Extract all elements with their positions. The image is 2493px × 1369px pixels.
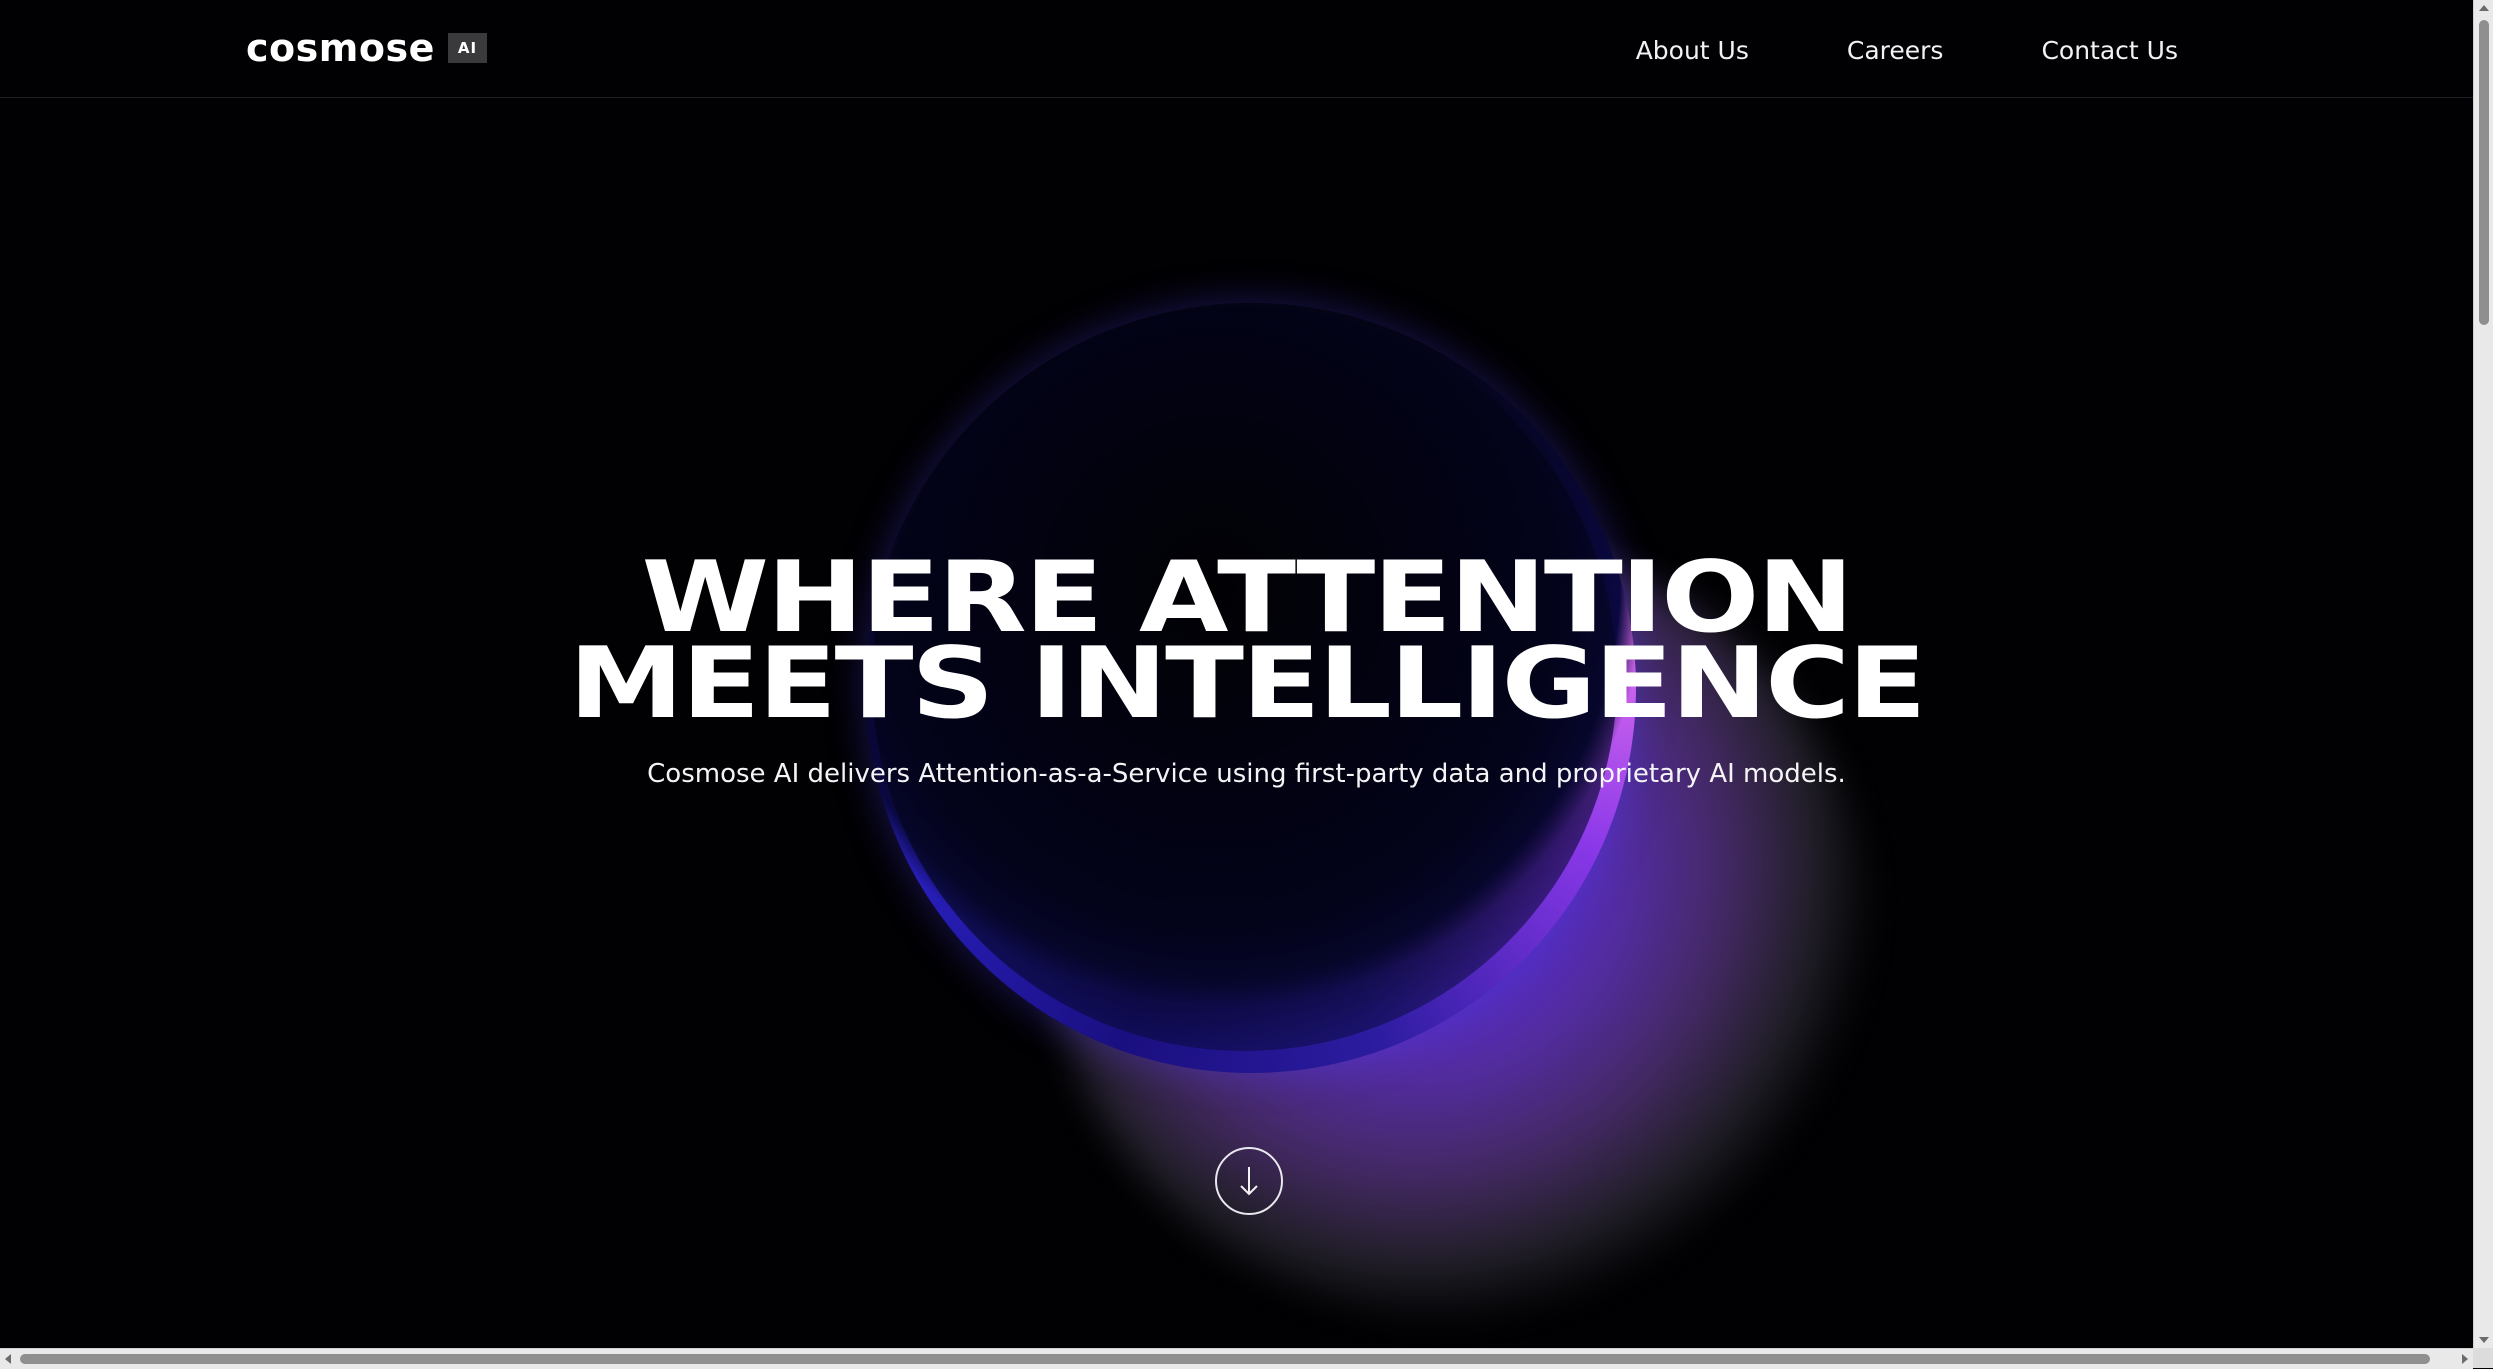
top-navigation-bar: cosmose AI About Us Careers Contact Us — [0, 0, 2473, 98]
main-nav: About Us Careers Contact Us — [1636, 34, 2178, 68]
nav-link-about-us[interactable]: About Us — [1636, 34, 1749, 68]
cosmose-logo[interactable]: cosmose AI — [246, 26, 488, 70]
arrow-down-icon — [1240, 1167, 1258, 1196]
scroll-down-arrow-icon[interactable] — [2479, 1337, 2489, 1343]
hero-headline-line-2: MEETS INTELLIGENCE — [568, 627, 1927, 741]
logo-ai-badge: AI — [447, 33, 488, 63]
hero-headline: WHERE ATTENTION MEETS INTELLIGENCE — [0, 549, 2473, 741]
hero-subheadline: Cosmose AI delivers Attention-as-a-Servi… — [647, 759, 1846, 789]
scrollbar-corner — [2473, 1348, 2493, 1368]
scroll-right-arrow-icon[interactable] — [2462, 1354, 2468, 1364]
scroll-up-arrow-icon[interactable] — [2479, 5, 2489, 11]
scroll-left-arrow-icon[interactable] — [5, 1354, 11, 1364]
vertical-scroll-thumb[interactable] — [2479, 20, 2489, 325]
vertical-scrollbar[interactable] — [2473, 0, 2493, 1348]
hero-section: WHERE ATTENTION MEETS INTELLIGENCE Cosmo… — [0, 549, 2473, 791]
horizontal-scroll-thumb[interactable] — [20, 1354, 2430, 1364]
page-viewport: cosmose AI About Us Careers Contact Us W… — [0, 0, 2473, 1348]
horizontal-scrollbar[interactable] — [0, 1348, 2473, 1369]
scroll-down-button[interactable] — [1215, 1147, 1283, 1215]
logo-wordmark: cosmose — [246, 26, 435, 70]
nav-link-careers[interactable]: Careers — [1847, 34, 1944, 68]
nav-link-contact-us[interactable]: Contact Us — [2041, 34, 2178, 68]
